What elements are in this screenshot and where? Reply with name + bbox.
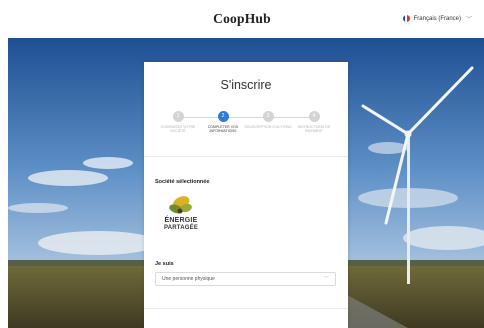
top-bar: CoopHub Français (France) ﹀ [0,0,484,38]
step-2[interactable]: 2 COMPLÉTER VOS INFORMATIONS [199,111,247,133]
logo-text-line2: PARTAGÉE [163,225,199,231]
chevron-down-icon: ﹀ [465,17,472,23]
step-4-indicator: 4 [308,111,320,122]
company-section-label: Société sélectionnée [155,179,210,185]
language-selector[interactable]: Français (France) ﹀ [402,14,472,23]
flag-icon [402,15,410,22]
step-1-label: CHOISISSEZ VOTRE SOCIÉTÉ [160,125,196,134]
leaf-icon [169,196,192,214]
stepper: 1 CHOISISSEZ VOTRE SOCIÉTÉ 2 COMPLÉTER V… [144,111,348,151]
logo-text-line1: ÉNERGIE [164,217,198,224]
step-4[interactable]: 4 INSTRUCTIONS DE PAIEMENT [290,111,338,133]
company-logo: ÉNERGIE PARTAGÉE [156,191,206,239]
chevron-down-icon: ﹀ [323,276,329,282]
step-3-indicator: 3 [262,111,274,122]
identity-label: Je suis [155,261,174,267]
step-4-label: INSTRUCTIONS DE PAIEMENT [297,125,331,134]
divider [144,308,348,309]
identity-select-value: Une personne physique [162,276,215,282]
identity-select[interactable]: Une personne physique ﹀ [155,272,336,286]
step-3-label: SOUSCRIPTION D'ACTIONS [244,125,292,129]
step-3[interactable]: 3 SOUSCRIPTION D'ACTIONS [244,111,292,129]
step-2-indicator: 2 [217,111,229,122]
language-label: Français (France) [413,15,461,22]
signup-card: S'inscrire 1 CHOISISSEZ VOTRE SOCIÉTÉ 2 … [144,62,348,328]
step-1[interactable]: 1 CHOISISSEZ VOTRE SOCIÉTÉ [154,111,202,133]
step-2-label: COMPLÉTER VOS INFORMATIONS [207,125,239,134]
page-title: S'inscrire [220,78,272,92]
divider [144,156,348,157]
step-1-indicator: 1 [172,111,184,122]
